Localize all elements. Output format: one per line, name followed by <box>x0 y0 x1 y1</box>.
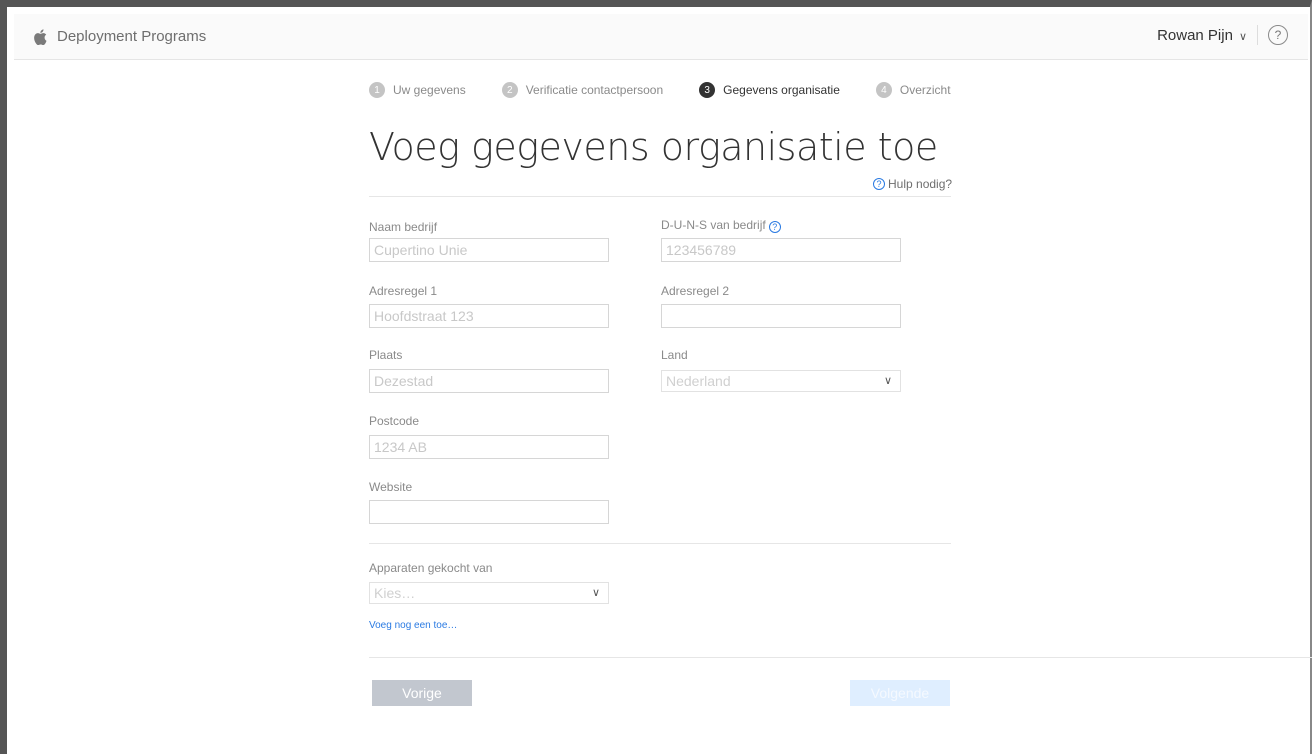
city-input[interactable] <box>369 369 609 393</box>
country-select-value: Nederland <box>666 373 731 389</box>
separator <box>1257 25 1258 45</box>
step-label: Gegevens organisatie <box>723 83 840 97</box>
brand-title[interactable]: Deployment Programs <box>57 28 206 45</box>
chevron-down-icon[interactable]: ∨ <box>1239 30 1247 43</box>
address1-input[interactable] <box>369 304 609 328</box>
app-window: Deployment Programs Rowan Pijn ∨ ? <box>0 0 1312 754</box>
postcode-input[interactable] <box>369 435 609 459</box>
help-question-icon: ? <box>873 178 885 190</box>
divider <box>369 543 951 544</box>
step-number: 4 <box>875 82 892 98</box>
website-input[interactable] <box>369 500 609 524</box>
step-label: Uw gegevens <box>393 83 466 97</box>
divider <box>369 657 1312 658</box>
previous-button[interactable]: Vorige <box>372 680 472 706</box>
purchased-from-select[interactable]: Kies… ∨ <box>369 582 609 604</box>
step-1: 1 Uw gegevens <box>369 82 466 98</box>
top-bar: Deployment Programs Rowan Pijn ∨ ? <box>14 14 1308 60</box>
page-title: Voeg gegevens organisatie toe <box>369 125 938 169</box>
purchased-from-select-value: Kies… <box>374 585 416 601</box>
duns-label-text: D-U-N-S van bedrijf <box>661 218 766 232</box>
help-icon[interactable]: ? <box>1268 25 1288 45</box>
chevron-down-icon: ∨ <box>883 375 892 387</box>
address2-input[interactable] <box>661 304 901 328</box>
help-link[interactable]: ? Hulp nodig? <box>873 177 952 191</box>
address2-label: Adresregel 2 <box>661 284 730 298</box>
country-select[interactable]: Nederland ∨ <box>661 370 901 392</box>
purchased-from-label: Apparaten gekocht van <box>369 561 493 575</box>
chevron-down-icon: ∨ <box>591 587 600 599</box>
user-area: Rowan Pijn ∨ ? <box>1157 25 1288 45</box>
duns-input[interactable] <box>661 238 901 262</box>
website-label: Website <box>369 480 413 494</box>
step-3: 3 Gegevens organisatie <box>699 82 840 98</box>
step-label: Overzicht <box>899 83 951 97</box>
step-label: Verificatie contactpersoon <box>525 83 664 97</box>
city-label: Plaats <box>369 348 403 362</box>
add-another-link[interactable]: Voeg nog een toe… <box>369 620 457 631</box>
country-label: Land <box>661 348 688 362</box>
help-link-label: Hulp nodig? <box>888 177 953 191</box>
duns-label: D-U-N-S van bedrijf? <box>661 218 781 233</box>
step-2: 2 Verificatie contactpersoon <box>501 82 664 98</box>
brand: Deployment Programs <box>34 28 206 45</box>
step-number: 1 <box>369 82 385 98</box>
step-number: 3 <box>699 82 716 98</box>
postcode-label: Postcode <box>369 414 420 428</box>
progress-steps: 1 Uw gegevens 2 Verificatie contactperso… <box>369 82 987 98</box>
duns-help-icon[interactable]: ? <box>768 221 781 233</box>
step-number: 2 <box>501 82 518 98</box>
step-4: 4 Overzicht <box>875 82 951 98</box>
apple-logo-icon <box>34 28 47 45</box>
divider <box>369 196 951 197</box>
company-name-input[interactable] <box>369 238 609 262</box>
address1-label: Adresregel 1 <box>369 284 438 298</box>
next-button[interactable]: Volgende <box>850 680 950 706</box>
company-name-label: Naam bedrijf <box>369 220 438 234</box>
user-menu-name[interactable]: Rowan Pijn <box>1157 27 1233 44</box>
